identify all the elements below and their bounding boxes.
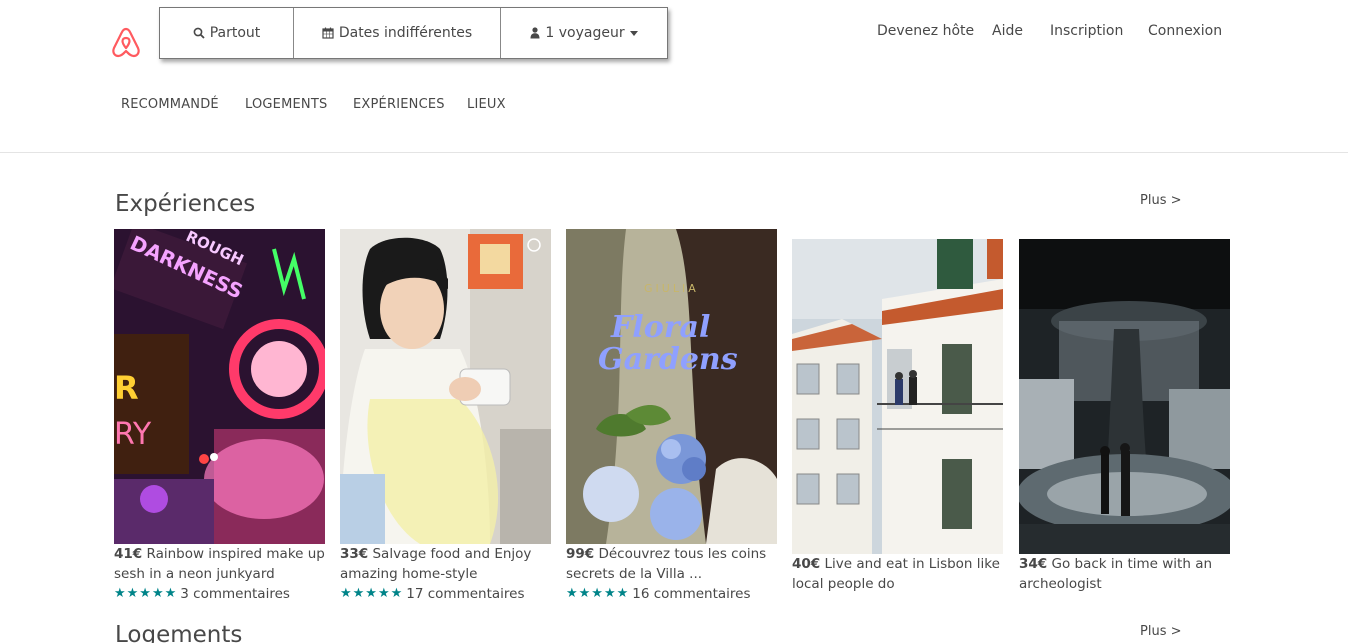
card-price: 40€ [792,556,821,572]
location-button[interactable]: Partout [160,8,294,58]
card-price: 99€ [566,546,595,562]
experience-image-food[interactable] [340,229,551,544]
guests-label: 1 voyageur [545,25,625,41]
experience-card[interactable]: GIULIA Floral Gardens 99€ Découvrez tous… [566,229,777,604]
experience-card[interactable]: 40€ Live and eat in Lisbon like local pe… [792,239,1003,594]
homes-title: Logements [115,622,243,643]
card-title: Live and eat in Lisbon like local people… [792,556,1000,592]
airbnb-logo-icon[interactable] [110,26,142,58]
experience-image-archeology[interactable] [1019,239,1230,554]
image-caption-top: GIULIA [644,282,699,295]
experience-card[interactable]: 33€ Salvage food and Enjoy amazing home-… [340,229,551,604]
experience-card[interactable]: 34€ Go back in time with an archeologist [1019,239,1230,594]
calendar-icon [322,27,334,39]
search-icon [193,27,205,39]
guests-dropdown[interactable]: 1 voyageur [501,8,667,58]
review-count: 17 commentaires [406,586,525,602]
header-divider [0,152,1348,153]
rating-stars: ★★★★★ [566,586,630,601]
experiences-more-link[interactable]: Plus > [1140,193,1182,208]
location-label: Partout [209,25,261,41]
card-title: Go back in time with an archeologist [1019,556,1213,592]
experience-image-neon[interactable]: DARKNESS ROUGH R RY [114,229,325,544]
nav-signup[interactable]: Inscription [1050,23,1123,39]
chevron-down-icon [629,30,638,36]
tab-homes[interactable]: LOGEMENTS [245,97,327,112]
review-count: 3 commentaires [180,586,290,602]
experiences-title: Expériences [115,191,256,217]
nav-help[interactable]: Aide [992,23,1023,39]
experience-card[interactable]: DARKNESS ROUGH R RY 41€ Rainbow inspired… [114,229,325,604]
rating-stars: ★★★★★ [114,586,178,601]
homes-more-link[interactable]: Plus > [1140,624,1182,639]
tab-places[interactable]: LIEUX [467,97,506,112]
image-caption-line2: Gardens [598,342,738,377]
image-caption-line1: Floral [610,310,710,345]
card-price: 33€ [340,546,369,562]
svg-text:R: R [114,369,139,407]
rating-stars: ★★★★★ [340,586,404,601]
card-price: 34€ [1019,556,1048,572]
user-icon [530,27,540,39]
tab-recommended[interactable]: RECOMMANDÉ [121,97,219,112]
review-count: 16 commentaires [632,586,751,602]
card-title: Rainbow inspired make up sesh in a neon … [114,546,325,582]
svg-text:RY: RY [114,417,152,452]
nav-become-host[interactable]: Devenez hôte [877,23,974,39]
card-title: Salvage food and Enjoy amazing home-styl… [340,546,532,582]
tab-experiences[interactable]: EXPÉRIENCES [353,97,445,112]
experience-image-floral-gardens[interactable]: GIULIA Floral Gardens [566,229,777,544]
dates-button[interactable]: Dates indifférentes [294,8,501,58]
experience-image-lisbon[interactable] [792,239,1003,554]
dates-label: Dates indifférentes [338,25,473,41]
card-title: Découvrez tous les coins secrets de la V… [566,546,767,582]
search-bar: Partout Dates indifférentes 1 voyageur [159,7,668,59]
card-price: 41€ [114,546,143,562]
nav-login[interactable]: Connexion [1148,23,1222,39]
